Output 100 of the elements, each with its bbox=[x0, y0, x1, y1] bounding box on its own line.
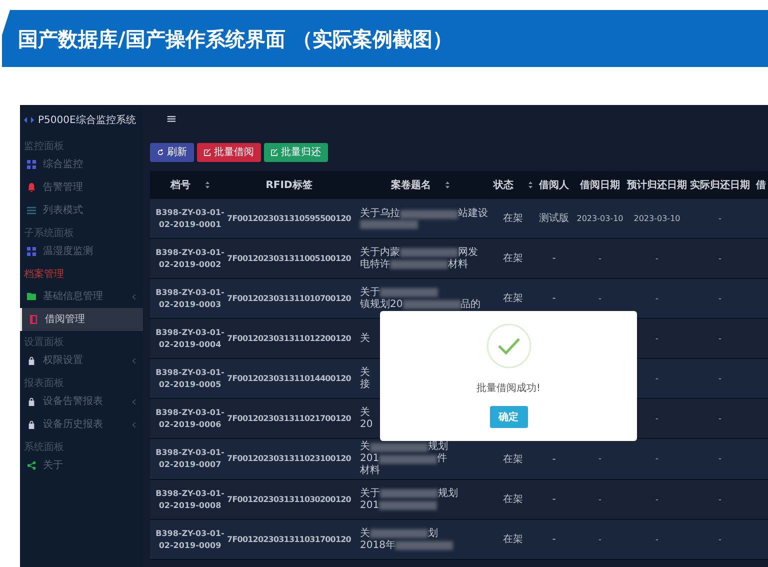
table-cell: 7F0012023031311012200120 bbox=[227, 332, 351, 344]
title-text: 品的 bbox=[460, 298, 481, 310]
table-cell-text: B398-ZY-03-01-02-2019-0007 bbox=[154, 447, 226, 471]
table-cell-text: 在架 bbox=[503, 452, 523, 466]
table-cell-text: 在架 bbox=[503, 532, 523, 547]
title-text: 电特许 bbox=[360, 258, 390, 270]
table-cell: - bbox=[718, 332, 722, 344]
table-cell: - bbox=[598, 453, 602, 465]
title-text: 201 bbox=[360, 453, 380, 464]
table-cell-text: 测试版 bbox=[539, 212, 569, 226]
table-cell: 7F0012023031311014400120 bbox=[227, 372, 351, 384]
sidebar-item-label: 综合监控 bbox=[43, 158, 83, 172]
title-text: 关于乌拉 bbox=[360, 208, 400, 220]
table-cell: - bbox=[598, 494, 602, 506]
title-text: 关 bbox=[360, 441, 370, 453]
sidebar-item-label: 权限设置 bbox=[43, 354, 83, 368]
table-cell-text: - bbox=[552, 252, 556, 266]
table-cell: - bbox=[718, 453, 722, 465]
table-cell: - bbox=[598, 292, 602, 304]
table-cell-text: B398-ZY-03-01-02-2019-0009 bbox=[154, 528, 226, 552]
title-text: 划 bbox=[428, 528, 438, 540]
table-cell: - bbox=[656, 252, 658, 264]
title-text: 件 bbox=[437, 453, 448, 465]
banner-title: 国产数据库/国产操作系统界面 （实际案例截图） bbox=[18, 26, 452, 52]
table-cell: 2023-03-10 bbox=[634, 212, 680, 224]
table-cell-text: 在架 bbox=[503, 252, 523, 266]
table-cell: - bbox=[598, 252, 602, 264]
table-cell-text: 在架 bbox=[503, 212, 523, 226]
column-header: 状态 bbox=[494, 178, 514, 192]
table-cell: - bbox=[656, 292, 658, 304]
table-cell: - bbox=[718, 372, 722, 384]
table-cell-text: B398-ZY-03-01-02-2019-0002 bbox=[154, 246, 226, 270]
table-cell: - bbox=[718, 412, 722, 424]
column-header: 借 bbox=[756, 178, 766, 192]
table-cell-text: 在架 bbox=[503, 492, 523, 507]
sidebar-item-label: 关于 bbox=[43, 458, 63, 473]
table-cell-text: - bbox=[552, 452, 556, 466]
table-cell-text: B398-ZY-03-01-02-2019-0004 bbox=[154, 326, 226, 350]
sidebar-item-label: 列表模式 bbox=[43, 204, 83, 218]
table-cell: 7F0012023031311031700120 bbox=[227, 534, 351, 546]
sidebar-section-label: 设置面板 bbox=[24, 337, 64, 349]
title-text: 规划 bbox=[428, 441, 448, 453]
sidebar-item-label: 设备历史报表 bbox=[43, 418, 103, 432]
table-cell: - bbox=[718, 534, 722, 546]
title-text: 镇规划20 bbox=[360, 298, 403, 310]
sidebar-item-label: 温湿度监测 bbox=[43, 244, 93, 259]
table-cell: 2023-03-10 bbox=[576, 212, 624, 224]
column-header: 借阅日期 bbox=[580, 178, 620, 192]
table-cell-text: - bbox=[552, 292, 556, 306]
table-cell-text: B398-ZY-03-01-02-2019-0003 bbox=[154, 286, 226, 310]
table-cell-text: B398-ZY-03-01-02-2019-0001 bbox=[154, 206, 226, 230]
table-cell: - bbox=[656, 534, 658, 546]
title-text: 网发 bbox=[458, 246, 478, 258]
table-cell-text: B398-ZY-03-01-02-2019-0008 bbox=[154, 488, 226, 512]
title-text: 材料 bbox=[448, 258, 468, 270]
title-text: 材料 bbox=[360, 465, 380, 477]
table-cell: 7F0012023031310595500120 bbox=[227, 212, 351, 224]
title-text: 2018年 bbox=[360, 540, 396, 552]
table-cell-text: B398-ZY-03-01-02-2019-0006 bbox=[154, 406, 226, 430]
column-header: RFID标签 bbox=[266, 178, 312, 192]
table-cell-text: - bbox=[552, 533, 556, 547]
table-cell-text: - bbox=[552, 493, 556, 507]
table-cell: - bbox=[656, 453, 658, 465]
title-text: 规划 bbox=[438, 488, 458, 500]
title-text: 站建设 bbox=[458, 208, 488, 220]
sidebar-section-label: 报表面板 bbox=[24, 378, 64, 390]
dialog-message: 批量借阅成功! bbox=[476, 382, 540, 396]
table-cell: - bbox=[656, 412, 658, 424]
table-cell: - bbox=[656, 332, 658, 344]
table-cell: - bbox=[656, 372, 658, 384]
column-header: 借阅人 bbox=[539, 178, 569, 192]
table-cell: 7F0012023031311010700120 bbox=[227, 292, 351, 304]
table-cell: - bbox=[718, 494, 722, 506]
table-cell: - bbox=[718, 212, 722, 224]
sidebar-section-label: 系统面板 bbox=[24, 442, 64, 454]
table-cell: - bbox=[598, 534, 602, 546]
title-text: 201 bbox=[360, 500, 380, 512]
title-text: 关于 bbox=[360, 286, 380, 298]
table-cell: 7F0012023031311030200120 bbox=[227, 494, 351, 506]
sidebar-item-label: 基础信息管理 bbox=[43, 290, 103, 304]
sidebar-item-label: 告警管理 bbox=[43, 180, 83, 195]
sidebar-section-label: 监控面板 bbox=[24, 141, 64, 153]
table-cell: - bbox=[656, 494, 658, 506]
table-cell: - bbox=[718, 292, 722, 304]
title-text: 关 bbox=[360, 332, 370, 344]
app-title: P5000E综合监控系统 bbox=[38, 114, 136, 128]
table-cell: 7F0012023031311023100120 bbox=[227, 453, 351, 465]
sidebar-category-label: 档案管理 bbox=[24, 268, 64, 282]
title-text: 关于内蒙 bbox=[360, 246, 400, 258]
sidebar-item-label: 借阅管理 bbox=[45, 313, 85, 327]
sidebar-section-label: 子系统面板 bbox=[24, 228, 74, 240]
title-text: 关于 bbox=[360, 488, 380, 500]
table-cell: 7F0012023031311021700120 bbox=[227, 412, 351, 424]
title-text: 接 bbox=[360, 378, 370, 390]
table-cell: - bbox=[718, 252, 722, 264]
sidebar-item-label: 设备告警报表 bbox=[43, 394, 103, 409]
column-header: 预计归还日期 bbox=[627, 178, 687, 192]
title-text: 20 bbox=[360, 418, 373, 430]
column-header: 档号 bbox=[170, 178, 190, 192]
column-header: 实际归还日期 bbox=[690, 178, 750, 192]
